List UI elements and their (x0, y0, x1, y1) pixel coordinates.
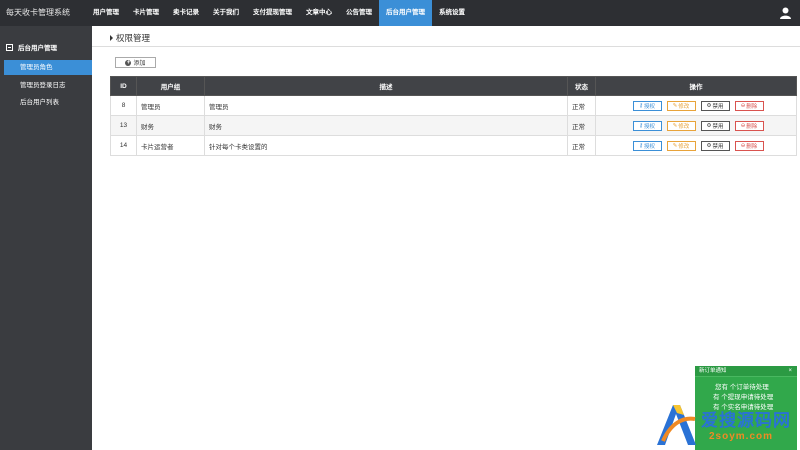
key-icon: ⚷ (638, 142, 643, 149)
col-header-actions: 操作 (595, 76, 797, 96)
pencil-icon: ✎ (672, 122, 678, 129)
cell-actions: ⚷ 授权 ✎ 修改 ⚙ 禁用 ⊖ 删除 (595, 115, 797, 136)
authorize-button[interactable]: ⚷ 授权 (632, 140, 662, 151)
nav-item-user-management[interactable]: 用户管理 (86, 0, 126, 26)
cell-status: 正常 (567, 115, 596, 136)
nav-item-payment-withdraw[interactable]: 支付提现管理 (246, 0, 299, 26)
watermark-main-text: 爱搜源码网 (701, 411, 791, 430)
remove-icon: ⊖ (740, 142, 746, 149)
authorize-label: 授权 (644, 103, 656, 110)
authorize-label: 授权 (644, 123, 656, 130)
edit-label: 修改 (678, 103, 690, 110)
watermark-sub-text: 2soym.com (709, 431, 774, 442)
nav-item-system-settings[interactable]: 系统设置 (432, 0, 472, 26)
page-title-text: 权限管理 (116, 33, 151, 43)
nav-item-sell-records[interactable]: 卖卡记录 (166, 0, 206, 26)
gear-icon: ⚙ (706, 122, 712, 129)
table-row: 13 财务 财务 正常 ⚷ 授权 ✎ 修改 ⚙ 禁用 ⊖ 删除 (110, 115, 797, 136)
add-button[interactable]: + 添加 (115, 57, 156, 68)
sidebar-group-label: 后台用户管理 (18, 45, 57, 52)
table-header-row: ID 用户组 描述 状态 操作 (110, 76, 797, 96)
cell-group: 管理员 (136, 95, 205, 116)
cell-desc: 针对每个卡类设置的 (204, 135, 568, 156)
cell-status: 正常 (567, 135, 596, 156)
disable-button[interactable]: ⚙ 禁用 (700, 120, 730, 131)
delete-label: 删除 (746, 143, 758, 150)
cell-group: 财务 (136, 115, 205, 136)
cell-actions: ⚷ 授权 ✎ 修改 ⚙ 禁用 ⊖ 删除 (595, 95, 797, 116)
col-header-status: 状态 (567, 76, 596, 96)
user-icon[interactable] (780, 7, 791, 19)
edit-button[interactable]: ✎ 修改 (666, 120, 696, 131)
gear-icon: ⚙ (706, 142, 712, 149)
plus-circle-icon: + (125, 59, 132, 66)
main-content: 权限管理 + 添加 ID 用户组 描述 状态 操作 8 管理员 管理员 正常 ⚷… (92, 26, 800, 450)
remove-icon: ⊖ (740, 122, 746, 129)
sidebar-item-admin-roles[interactable]: 管理员角色 (4, 60, 92, 75)
cell-id: 8 (110, 95, 137, 116)
key-icon: ⚷ (638, 102, 643, 109)
col-header-group: 用户组 (136, 76, 205, 96)
page-title: 权限管理 (110, 32, 150, 44)
nav-item-card-management[interactable]: 卡片管理 (126, 0, 166, 26)
role-table: ID 用户组 描述 状态 操作 8 管理员 管理员 正常 ⚷ 授权 ✎ 修改 ⚙… (110, 76, 797, 156)
gear-icon: ⚙ (706, 102, 712, 109)
authorize-button[interactable]: ⚷ 授权 (632, 100, 662, 111)
col-header-id: ID (110, 76, 137, 96)
edit-label: 修改 (678, 123, 690, 130)
watermark: 爱搜源码网 2soym.com (651, 400, 800, 450)
table-row: 8 管理员 管理员 正常 ⚷ 授权 ✎ 修改 ⚙ 禁用 ⊖ 删除 (110, 95, 797, 116)
nav-item-about-us[interactable]: 关于我们 (206, 0, 246, 26)
watermark-logo-icon (657, 405, 696, 445)
add-button-label: 添加 (133, 61, 146, 67)
notification-header: 新订单通知 × (695, 366, 797, 377)
top-bar: 每天收卡管理系统 用户管理 卡片管理 卖卡记录 关于我们 支付提现管理 文章中心… (0, 0, 800, 26)
sidebar-item-login-log[interactable]: 管理员登录日志 (4, 78, 92, 93)
cell-id: 13 (110, 115, 137, 136)
sidebar: 后台用户管理 管理员角色 管理员登录日志 后台用户列表 (0, 26, 92, 450)
nav-item-announcements[interactable]: 公告管理 (339, 0, 379, 26)
cell-id: 14 (110, 135, 137, 156)
sidebar-group-header[interactable]: 后台用户管理 (6, 42, 57, 52)
pencil-icon: ✎ (672, 142, 678, 149)
sidebar-item-admin-user-list[interactable]: 后台用户列表 (4, 95, 92, 110)
top-nav: 用户管理 卡片管理 卖卡记录 关于我们 支付提现管理 文章中心 公告管理 后台用… (86, 0, 472, 26)
delete-button[interactable]: ⊖ 删除 (734, 120, 764, 131)
table-row: 14 卡片运营者 针对每个卡类设置的 正常 ⚷ 授权 ✎ 修改 ⚙ 禁用 ⊖ 删除 (110, 135, 797, 156)
role-panel: + 添加 ID 用户组 描述 状态 操作 8 管理员 管理员 正常 ⚷ 授权 ✎… (110, 53, 797, 182)
brand-title: 每天收卡管理系统 (6, 8, 70, 17)
edit-button[interactable]: ✎ 修改 (666, 140, 696, 151)
notification-title: 新订单通知 (699, 368, 727, 374)
divider (92, 46, 800, 47)
disable-button[interactable]: ⚙ 禁用 (700, 140, 730, 151)
cell-status: 正常 (567, 95, 596, 116)
close-icon[interactable]: × (788, 366, 792, 377)
delete-button[interactable]: ⊖ 删除 (734, 100, 764, 111)
cell-desc: 管理员 (204, 95, 568, 116)
pencil-icon: ✎ (672, 102, 678, 109)
nav-item-article-center[interactable]: 文章中心 (299, 0, 339, 26)
delete-button[interactable]: ⊖ 删除 (734, 140, 764, 151)
disable-label: 禁用 (712, 123, 724, 130)
delete-label: 删除 (746, 103, 758, 110)
authorize-button[interactable]: ⚷ 授权 (632, 120, 662, 131)
disable-button[interactable]: ⚙ 禁用 (700, 100, 730, 111)
notification-orders-line[interactable]: 您有 个订单待处理 (695, 383, 797, 393)
cell-actions: ⚷ 授权 ✎ 修改 ⚙ 禁用 ⊖ 删除 (595, 135, 797, 156)
key-icon: ⚷ (638, 122, 643, 129)
cell-desc: 财务 (204, 115, 568, 136)
authorize-label: 授权 (644, 143, 656, 150)
edit-button[interactable]: ✎ 修改 (666, 100, 696, 111)
collapse-icon (6, 43, 13, 51)
nav-item-admin-users[interactable]: 后台用户管理 (379, 0, 432, 26)
cell-group: 卡片运营者 (136, 135, 205, 156)
disable-label: 禁用 (712, 103, 724, 110)
delete-label: 删除 (746, 123, 758, 130)
caret-right-icon (110, 35, 113, 41)
remove-icon: ⊖ (740, 102, 746, 109)
col-header-desc: 描述 (204, 76, 568, 96)
disable-label: 禁用 (712, 143, 724, 150)
edit-label: 修改 (678, 143, 690, 150)
